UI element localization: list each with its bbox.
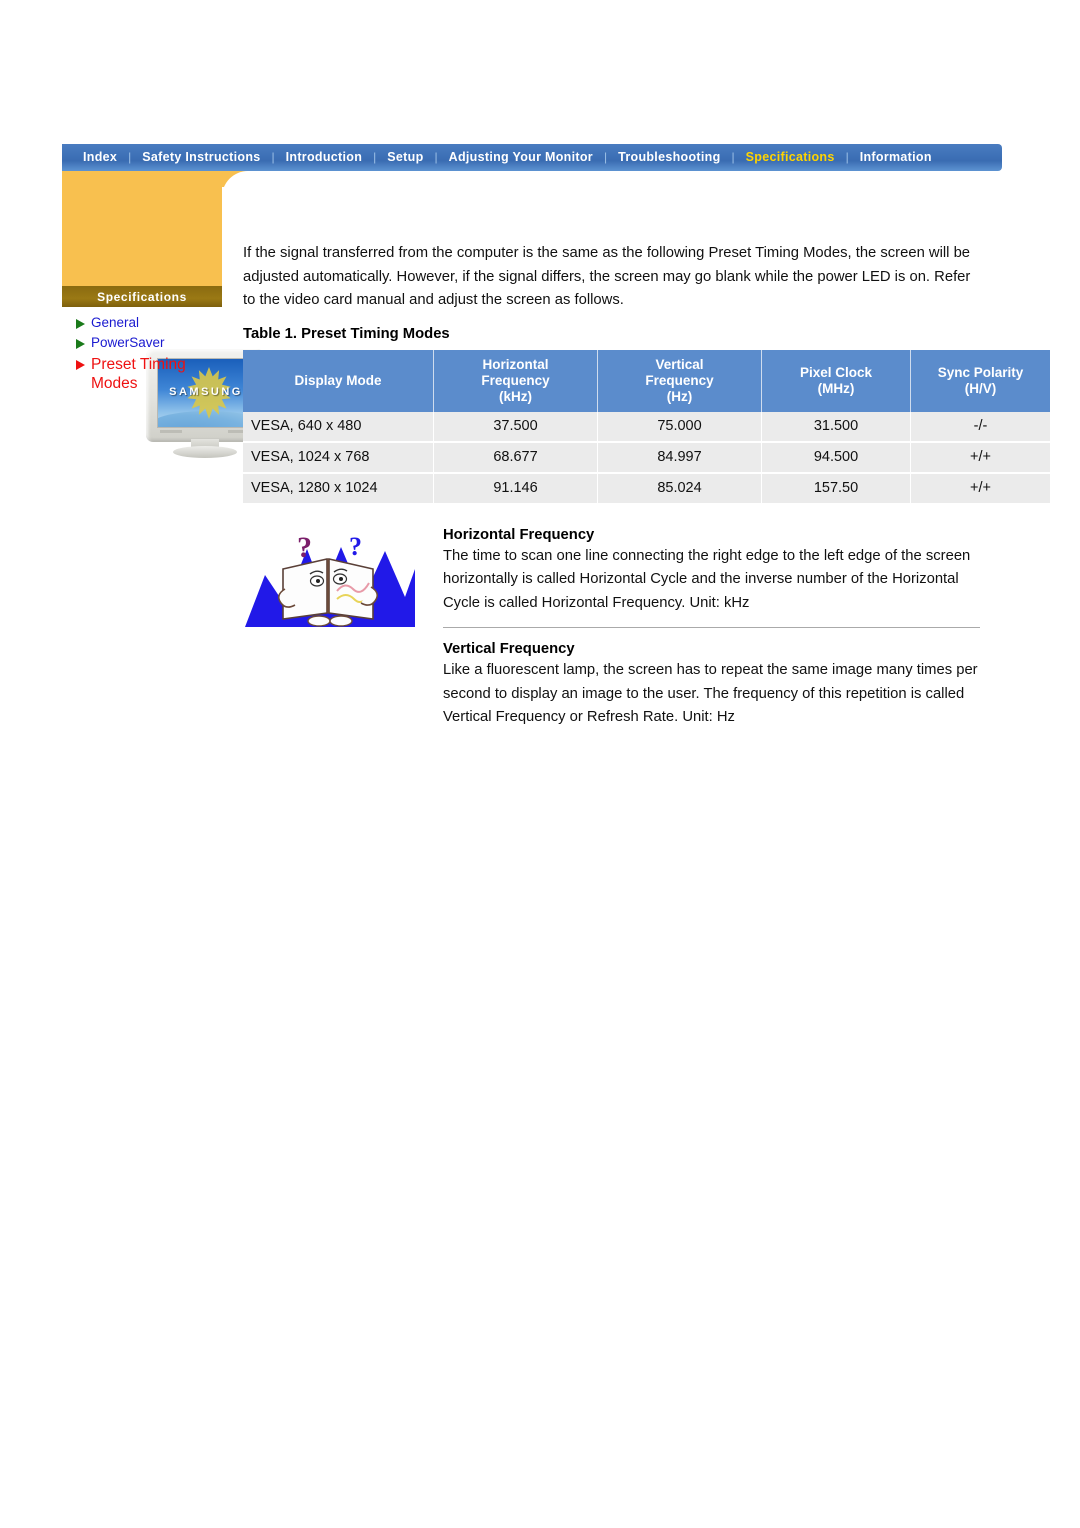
vertical-frequency-block: Vertical Frequency Like a fluorescent la… [443,641,980,730]
character-foot-right [329,614,353,627]
table-header-cell: Sync Polarity (H/V) [910,349,1050,412]
screen-hills-graphic [158,411,254,427]
green-triangle-icon [76,339,85,349]
character-pupil-left [316,578,320,583]
sidebar-section-caption: Specifications [62,286,222,307]
table-cell-h-freq: 68.677 [433,441,598,474]
nav-item-specifications[interactable]: Specifications [735,144,846,171]
green-triangle-icon [76,319,85,329]
table-cell-pixel-clock: 31.500 [761,411,911,443]
book-right-page [328,557,374,620]
question-mark-right: ? [349,532,362,561]
nav-item-safety-instructions[interactable]: Safety Instructions [131,144,271,171]
nav-item-setup[interactable]: Setup [376,144,434,171]
horizontal-frequency-block: Horizontal Frequency The time to scan on… [443,527,980,616]
question-mark-left: ? [297,531,312,564]
nav-item-adjusting-your-monitor[interactable]: Adjusting Your Monitor [438,144,604,171]
table-header-line: (MHz) [817,380,855,396]
sidebar-item-label: Preset Timing Modes [91,356,186,392]
table-header-line: (kHz) [499,388,532,404]
book-left-page [282,557,328,620]
table-header-line: Sync Polarity [937,364,1024,380]
character-foot-left [307,614,331,627]
sidebar-item-general[interactable]: General [76,315,226,330]
table-head: Display Mode Horizontal Frequency (kHz) Vert… [243,349,1050,412]
table-header-line: Display Mode [294,372,382,388]
table-cell-pixel-clock: 157.50 [761,472,911,503]
table-header-line: Horizontal [482,356,549,372]
preset-timing-modes-table: Display Mode Horizontal Frequency (kHz) Vert… [243,349,1050,503]
nav-item-information[interactable]: Information [849,144,943,171]
table-cell-mode: VESA, 1024 x 768 [243,441,434,474]
intro-paragraph: If the signal transferred from the compu… [243,245,971,308]
table-cell-sync: +/+ [910,472,1050,503]
horizontal-frequency-heading: Horizontal Frequency [443,526,595,543]
table-cell-mode: VESA, 640 x 480 [243,411,434,443]
table-row: VESA, 640 x 480 37.500 75.000 31.500 -/- [243,411,1050,443]
vertical-frequency-body: Like a fluorescent lamp, the screen has … [443,662,978,725]
sidebar-item-preset-timing-modes[interactable]: Preset Timing Modes [76,355,226,393]
frequency-explanations: ? ? Horizontal Frequency The time to sca… [243,527,980,730]
main-content: If the signal transferred from the compu… [243,242,1050,730]
red-triangle-icon [76,360,85,370]
table-row: VESA, 1280 x 1024 91.146 85.024 157.50 +/+ [243,472,1050,503]
book-character-illustration: ? ? [245,529,415,629]
table-cell-pixel-clock: 94.500 [761,441,911,474]
top-navigation-bar: Index | Safety Instructions | Introduction | S… [62,144,1002,171]
character-pupil-right [339,576,343,581]
table-cell-sync: -/- [910,411,1050,443]
table-cell-mode: VESA, 1280 x 1024 [243,472,434,503]
table-header-cell: Vertical Frequency (Hz) [597,349,762,412]
vertical-frequency-heading: Vertical Frequency [443,641,575,657]
nav-item-introduction[interactable]: Introduction [275,144,374,171]
sidebar-item-label: General [91,315,140,330]
nav-item-index[interactable]: Index [72,144,128,171]
sidebar-link-list: General PowerSaver Preset Timing Modes [76,315,226,398]
table-header-line: (H/V) [964,380,997,396]
content-rounded-corner [222,171,1004,233]
document-page: Index | Safety Instructions | Introduction | S… [0,0,1080,1528]
table-header-row: Display Mode Horizontal Frequency (kHz) Vert… [243,349,1050,412]
table-cell-v-freq: 84.997 [597,441,762,474]
sidebar-item-powersaver[interactable]: PowerSaver [76,335,226,350]
table-cell-sync: +/+ [910,441,1050,474]
nav-item-troubleshooting[interactable]: Troubleshooting [607,144,731,171]
table-header-line: Pixel Clock [799,364,873,380]
table-header-line: Frequency [645,372,714,388]
table-cell-h-freq: 37.500 [433,411,598,443]
book-character-svg: ? ? [245,531,415,627]
monitor-control-left [160,430,182,433]
table-body: VESA, 640 x 480 37.500 75.000 31.500 -/- VESA… [243,411,1050,503]
table-cell-v-freq: 85.024 [597,472,762,503]
monitor-base [173,446,237,458]
table-header-cell: Horizontal Frequency (kHz) [433,349,598,412]
table-caption: Table 1. Preset Timing Modes [243,325,450,342]
table-header-cell: Display Mode [243,349,434,412]
sidebar-item-label: PowerSaver [91,335,165,350]
table-header-line: Frequency [481,372,550,388]
book-spine [327,558,329,613]
section-divider [443,627,980,628]
table-header-cell: Pixel Clock (MHz) [761,349,911,412]
table-cell-v-freq: 75.000 [597,411,762,443]
table-cell-h-freq: 91.146 [433,472,598,503]
table-row: VESA, 1024 x 768 68.677 84.997 94.500 +/+ [243,441,1050,474]
table-header-line: Vertical [655,356,704,372]
horizontal-frequency-body: The time to scan one line connecting the… [443,547,971,611]
table-header-line: (Hz) [666,388,693,404]
